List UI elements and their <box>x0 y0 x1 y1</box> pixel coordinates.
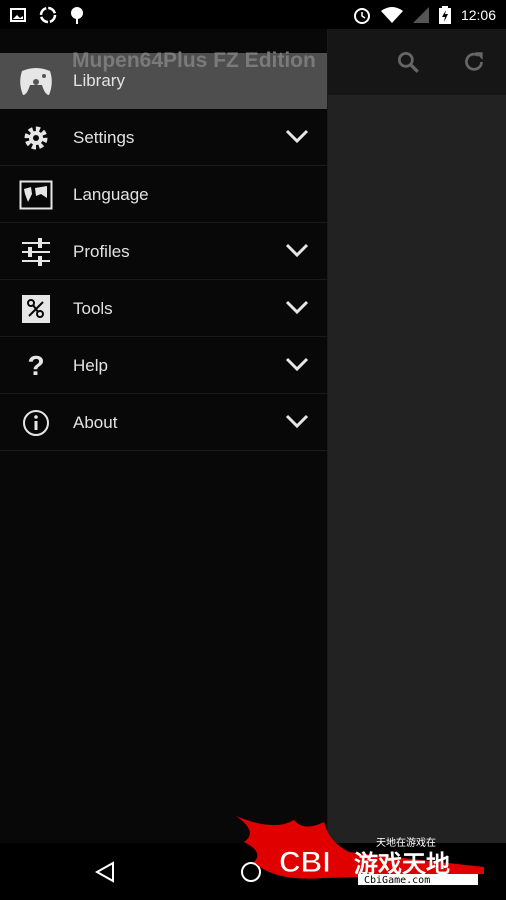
svg-text:游戏天地: 游戏天地 <box>354 850 450 878</box>
image-icon <box>10 7 26 22</box>
drawer-item-label: Tools <box>73 298 113 318</box>
drawer-item-language[interactable]: Language <box>0 167 327 223</box>
drawer-item-label: Help <box>73 355 108 375</box>
chevron-down-icon[interactable] <box>285 242 309 258</box>
drawer-item-settings[interactable]: Settings <box>0 110 327 166</box>
drawer-item-tools[interactable]: Tools <box>0 281 327 337</box>
chevron-down-icon[interactable] <box>285 413 309 429</box>
drawer-item-label: Library <box>73 71 125 90</box>
back-icon[interactable] <box>94 861 116 883</box>
sync-icon <box>39 6 57 23</box>
battery-charging-icon <box>438 5 451 24</box>
drawer-item-library[interactable]: Library <box>0 53 327 109</box>
chevron-down-icon[interactable] <box>285 128 309 144</box>
svg-text:CBI: CBI <box>279 846 331 879</box>
tools-icon <box>18 291 54 327</box>
clock: 12:06 <box>460 6 496 23</box>
chevron-down-icon[interactable] <box>285 356 309 372</box>
world-map-icon <box>18 177 54 213</box>
sliders-icon <box>18 234 54 270</box>
refresh-icon[interactable] <box>461 49 487 75</box>
alarm-icon <box>353 7 370 24</box>
drawer-item-label: About <box>73 412 118 432</box>
android-icon <box>71 6 83 24</box>
status-bar: 12:06 <box>0 0 506 29</box>
drawer-item-label: Language <box>73 184 149 204</box>
gear-icon <box>18 120 54 156</box>
wifi-icon <box>380 6 403 23</box>
svg-text:天地在游戏在: 天地在游戏在 <box>376 836 436 849</box>
svg-text:CbiGame.com: CbiGame.com <box>364 875 430 886</box>
navigation-drawer: Library Settings Language Profiles Tools… <box>0 29 328 843</box>
drawer-item-help[interactable]: ? Help <box>0 338 327 394</box>
question-icon: ? <box>27 349 45 381</box>
chevron-down-icon[interactable] <box>285 299 309 315</box>
watermark-logo: CBI 游戏天地 天地在游戏在 CbiGame.com <box>236 816 484 886</box>
drawer-item-profiles[interactable]: Profiles <box>0 224 327 280</box>
drawer-item-about[interactable]: About <box>0 395 327 451</box>
drawer-item-label: Settings <box>73 127 135 147</box>
signal-icon <box>412 6 429 23</box>
search-icon[interactable] <box>395 49 421 75</box>
drawer-item-label: Profiles <box>73 241 130 261</box>
info-icon <box>18 405 54 441</box>
gamepad-icon <box>18 63 54 99</box>
